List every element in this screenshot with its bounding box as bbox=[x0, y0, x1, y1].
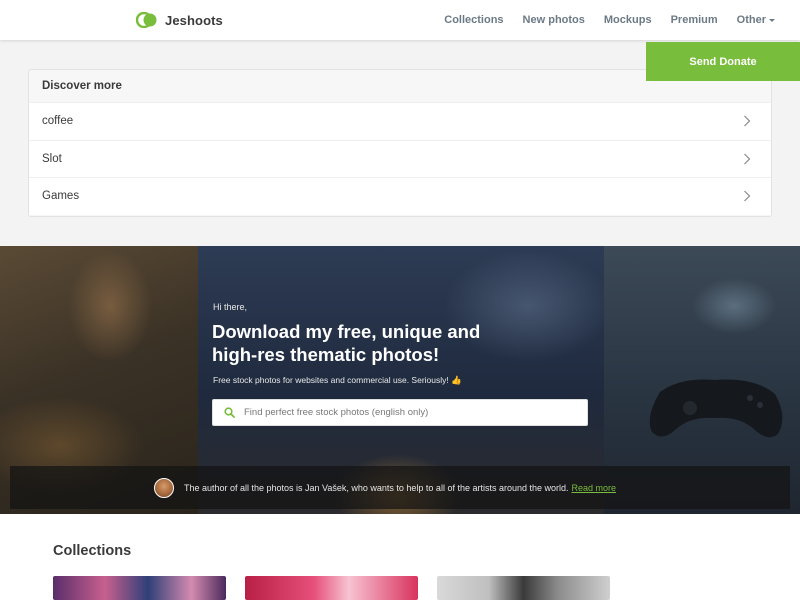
logo-icon bbox=[136, 12, 157, 28]
hero-title-line: high-res thematic photos! bbox=[212, 344, 440, 365]
discover-item-games[interactable]: Games bbox=[29, 177, 771, 215]
author-avatar bbox=[153, 477, 174, 498]
search-icon bbox=[224, 407, 235, 418]
nav-new-photos[interactable]: New photos bbox=[523, 14, 585, 26]
chevron-right-icon bbox=[744, 153, 751, 165]
nav-collections[interactable]: Collections bbox=[444, 14, 503, 26]
nav-label: Other bbox=[736, 14, 766, 26]
chevron-right-icon bbox=[744, 190, 751, 202]
author-text: The author of all the photos is Jan Vaše… bbox=[184, 483, 616, 493]
discover-item-label: Games bbox=[42, 190, 80, 203]
send-donate-button[interactable]: Send Donate bbox=[646, 42, 800, 81]
brand-name: Jeshoots bbox=[165, 12, 223, 28]
nav-other-dropdown[interactable]: Other bbox=[737, 14, 775, 26]
collections-section: Collections bbox=[0, 514, 800, 600]
hero-subtitle: Free stock photos for websites and comme… bbox=[213, 375, 462, 385]
collection-thumbnail[interactable] bbox=[53, 576, 226, 600]
author-bar: The author of all the photos is Jan Vaše… bbox=[10, 466, 790, 509]
chevron-right-icon bbox=[744, 115, 751, 127]
author-description: The author of all the photos is Jan Vaše… bbox=[183, 482, 569, 493]
caret-down-icon bbox=[769, 19, 775, 22]
nav-mockups[interactable]: Mockups bbox=[604, 14, 652, 26]
nav-label: Mockups bbox=[603, 14, 652, 26]
nav-label: New photos bbox=[522, 14, 585, 26]
collections-heading: Collections bbox=[53, 543, 132, 559]
gamepad-image bbox=[649, 379, 783, 438]
collection-thumbnail[interactable] bbox=[437, 576, 610, 600]
nav-label: Collections bbox=[444, 14, 504, 26]
top-header: Jeshoots Collections New photos Mockups … bbox=[0, 0, 800, 40]
brand-logo[interactable]: Jeshoots bbox=[136, 10, 223, 30]
hero-greeting: Hi there, bbox=[213, 302, 248, 312]
discover-item-label: Slot bbox=[42, 152, 62, 165]
nav-premium[interactable]: Premium bbox=[671, 14, 718, 26]
collection-thumbnail[interactable] bbox=[245, 576, 418, 600]
discover-item-coffee[interactable]: coffee bbox=[29, 102, 771, 140]
main-nav: Collections New photos Mockups Premium O… bbox=[444, 0, 775, 40]
hero-title: Download my free, unique and high-res th… bbox=[212, 320, 552, 366]
nav-label: Premium bbox=[670, 14, 718, 26]
discover-item-slot[interactable]: Slot bbox=[29, 139, 771, 177]
discover-more-panel: Discover more coffee Slot Games bbox=[28, 69, 772, 217]
search-box bbox=[212, 399, 588, 426]
hero-title-line: Download my free, unique and bbox=[212, 321, 481, 342]
search-input[interactable] bbox=[244, 407, 587, 418]
read-more-link[interactable]: Read more bbox=[572, 483, 617, 493]
discover-item-label: coffee bbox=[42, 115, 74, 128]
